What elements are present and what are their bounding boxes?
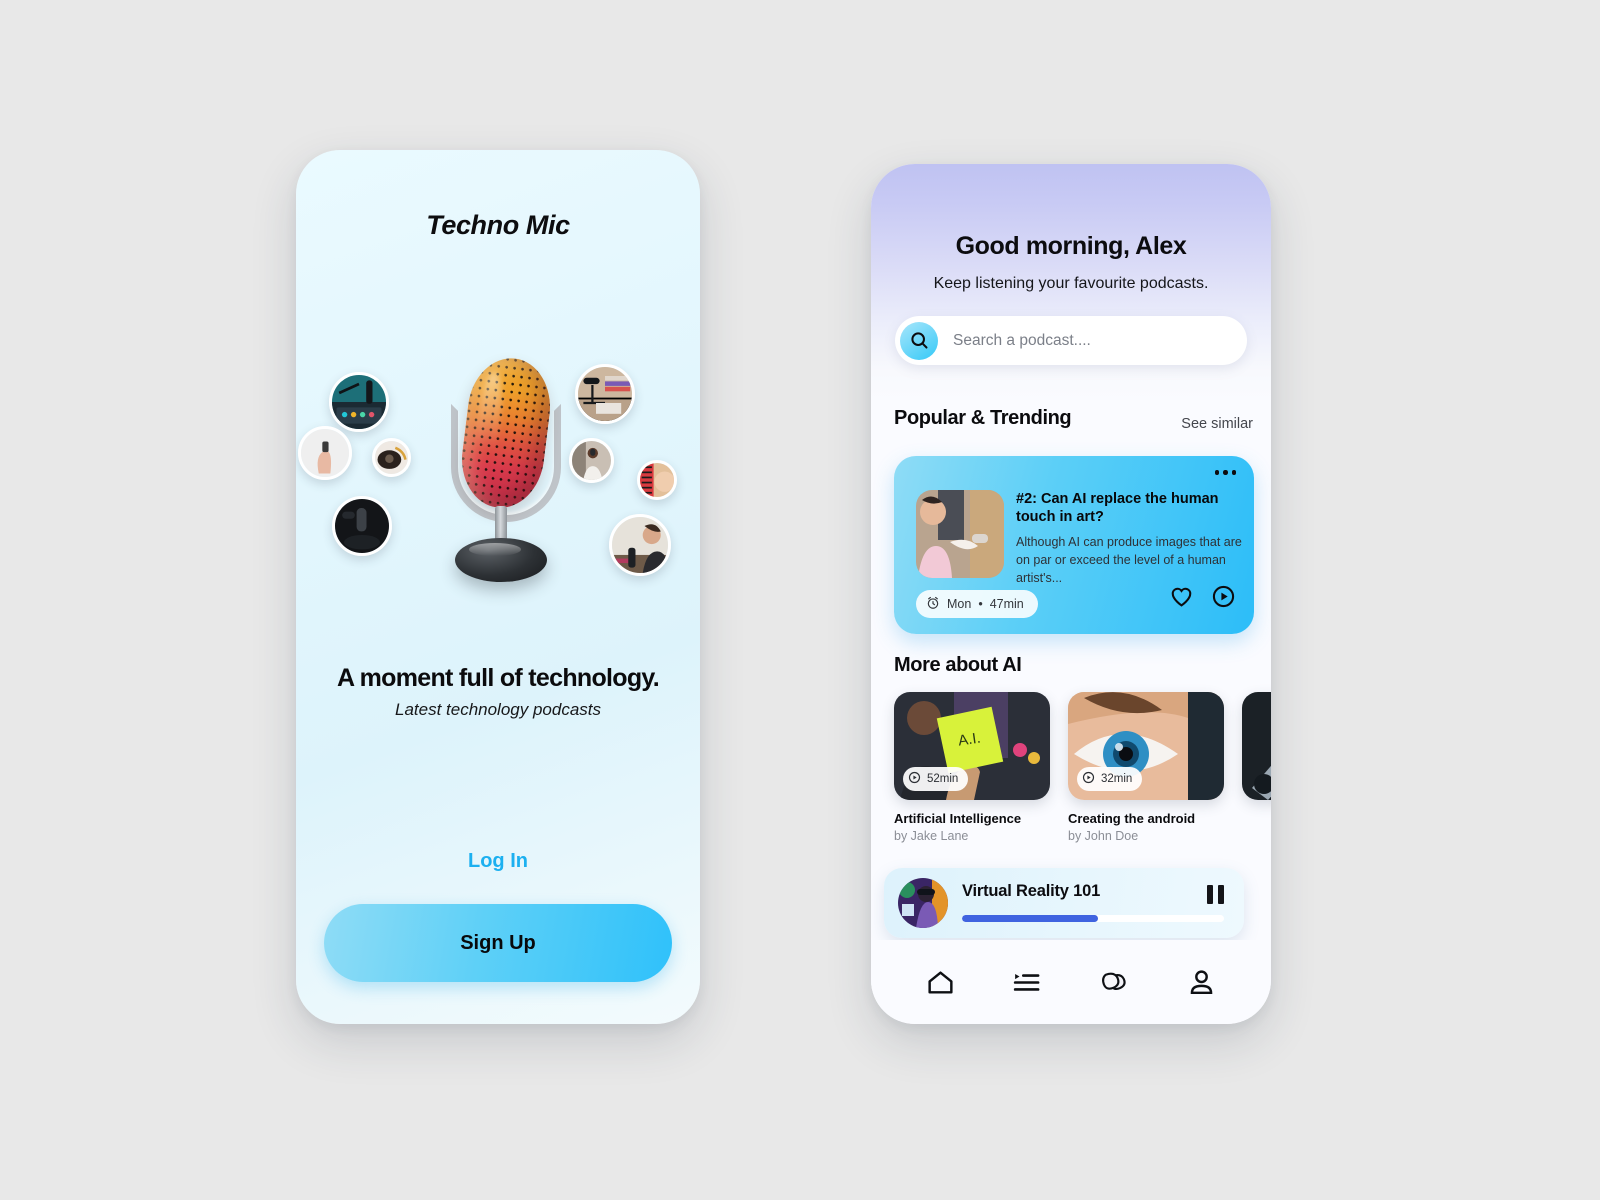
greeting-subtitle: Keep listening your favourite podcasts. bbox=[933, 275, 1209, 292]
featured-actions bbox=[1169, 584, 1236, 614]
alarm-clock-icon bbox=[926, 596, 940, 613]
bubble-image bbox=[640, 463, 674, 497]
card-author: by Jake Lane bbox=[894, 829, 969, 843]
featured-thumbnail-image bbox=[916, 490, 1004, 578]
card-thumbnail: A.I. 52min bbox=[894, 692, 1050, 800]
log-in-link[interactable]: Log In bbox=[296, 850, 700, 873]
bubble-hand-holding-phone bbox=[298, 426, 352, 480]
card-duration-badge: 52min bbox=[903, 767, 969, 791]
play-circle-icon bbox=[1082, 771, 1095, 787]
nav-item-profile[interactable] bbox=[1186, 967, 1217, 998]
card-title: Artificial Intelligence bbox=[894, 811, 1022, 826]
podcast-card[interactable]: A.I. 52min Artificial Intelligence by Ja… bbox=[894, 692, 1050, 852]
bubble-colorful-mic-closeup bbox=[637, 460, 677, 500]
card-duration-text: 52min bbox=[927, 773, 959, 785]
home-screen: Good morning, Alex Keep listening your f… bbox=[871, 164, 1271, 1024]
now-playing-title: Virtual Reality 101 bbox=[962, 882, 1101, 900]
bubble-vintage-camera bbox=[372, 438, 411, 477]
featured-description: Although AI can produce images that are … bbox=[1016, 535, 1242, 585]
featured-podcast-card[interactable]: #2: Can AI replace the human touch in ar… bbox=[894, 456, 1254, 634]
bubble-image bbox=[335, 499, 389, 553]
card-duration-text: 32min bbox=[1101, 773, 1133, 785]
sign-up-button[interactable]: Sign Up bbox=[324, 904, 672, 982]
hero-illustration bbox=[296, 346, 700, 606]
featured-thumbnail bbox=[916, 490, 1004, 578]
playback-progress-track[interactable] bbox=[962, 915, 1224, 922]
card-thumbnail-image bbox=[1242, 692, 1271, 800]
podcast-card-rail[interactable]: A.I. 52min Artificial Intelligence by Ja… bbox=[894, 692, 1271, 852]
search-input-placeholder[interactable]: Search a podcast.... bbox=[953, 332, 1091, 350]
nav-item-playlist[interactable] bbox=[1011, 967, 1042, 998]
podcast-card[interactable] bbox=[1242, 692, 1271, 852]
featured-meta-pill: Mon • 47min bbox=[916, 590, 1038, 618]
bubble-podcast-studio-desk bbox=[329, 372, 389, 432]
now-playing-image bbox=[898, 878, 948, 928]
now-playing-bar[interactable]: Virtual Reality 101 bbox=[884, 868, 1244, 938]
screenshot-canvas: Techno Mic A moment full of technology. … bbox=[0, 0, 1600, 1200]
card-title: Creating the android bbox=[1068, 811, 1196, 826]
bottom-navigation bbox=[871, 940, 1271, 1024]
playback-progress-fill bbox=[962, 915, 1099, 922]
card-thumbnail: 32min bbox=[1068, 692, 1224, 800]
nav-item-library[interactable] bbox=[1098, 966, 1131, 999]
search-icon[interactable] bbox=[900, 321, 938, 360]
featured-duration: 47min bbox=[989, 597, 1024, 611]
onboarding-screen: Techno Mic A moment full of technology. … bbox=[296, 150, 700, 1024]
bubble-image bbox=[612, 517, 668, 573]
card-duration-badge: 32min bbox=[1077, 767, 1143, 791]
bubble-mic-laptop-books bbox=[575, 364, 635, 424]
onboarding-subheadline: Latest technology podcasts bbox=[394, 700, 602, 719]
bubble-image bbox=[332, 375, 386, 429]
card-thumbnail bbox=[1242, 692, 1271, 800]
card-author: by John Doe bbox=[1068, 829, 1139, 843]
featured-meta-separator: • bbox=[978, 597, 983, 611]
heart-icon[interactable] bbox=[1169, 584, 1194, 614]
play-circle-icon[interactable] bbox=[1211, 584, 1236, 614]
more-options-icon[interactable] bbox=[1214, 470, 1236, 475]
greeting-title: Good morning, Alex bbox=[955, 232, 1187, 260]
now-playing-thumbnail bbox=[898, 878, 948, 928]
bubble-person-recording bbox=[569, 438, 614, 483]
section-title-more-ai: More about AI bbox=[894, 654, 1022, 676]
pause-icon[interactable] bbox=[1207, 885, 1224, 904]
featured-day: Mon bbox=[947, 597, 972, 611]
app-brand-title: Techno Mic bbox=[426, 210, 570, 240]
microphone-illustration bbox=[433, 353, 568, 591]
svg-text:A.I.: A.I. bbox=[957, 730, 982, 750]
featured-title: #2: Can AI replace the human touch in ar… bbox=[1016, 491, 1219, 526]
microphone-base bbox=[455, 538, 547, 582]
bubble-image bbox=[572, 441, 611, 480]
play-circle-icon bbox=[908, 771, 921, 787]
onboarding-headline: A moment full of technology. bbox=[336, 664, 660, 692]
bubble-image bbox=[301, 429, 349, 477]
bubble-image bbox=[375, 441, 408, 474]
bubble-image bbox=[578, 367, 632, 421]
nav-item-home[interactable] bbox=[925, 967, 956, 998]
bubble-black-microphone-dark bbox=[332, 496, 392, 556]
see-similar-link[interactable]: See similar bbox=[1181, 416, 1253, 432]
search-bar[interactable]: Search a podcast.... bbox=[895, 316, 1247, 365]
bubble-woman-at-mic bbox=[609, 514, 671, 576]
podcast-card[interactable]: 32min Creating the android by John Doe bbox=[1068, 692, 1224, 852]
section-title-trending: Popular & Trending bbox=[894, 407, 1072, 429]
